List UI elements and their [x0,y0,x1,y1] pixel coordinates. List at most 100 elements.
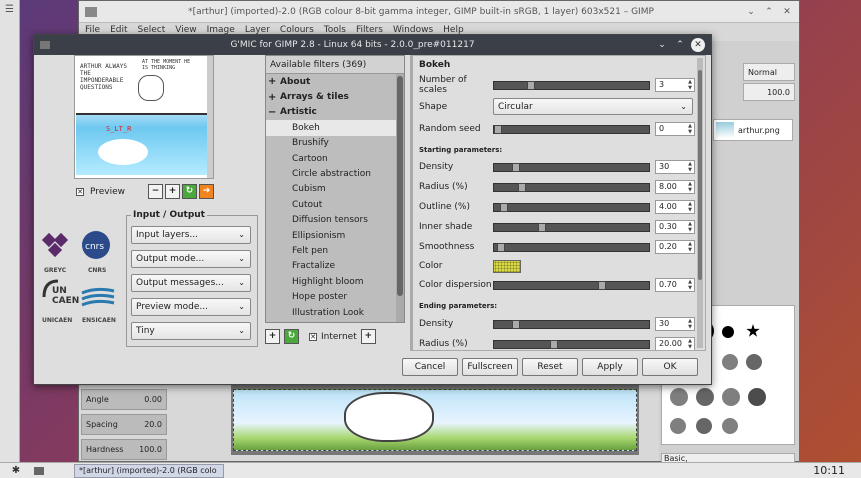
brush-preview[interactable] [722,354,738,370]
filter-item[interactable]: Circle abstraction [266,166,404,181]
refresh-preview-button[interactable]: ↻ [182,184,197,199]
preview-scrollbar[interactable] [207,56,213,178]
ok-button[interactable]: OK [642,358,698,376]
slider-handle[interactable] [550,340,559,349]
preview-checkbox-row[interactable]: ✕ Preview [76,187,125,197]
end-radius-slider[interactable] [493,340,650,349]
output-messages-combo[interactable]: Output messages... ⌄ [131,274,251,292]
slider-handle[interactable] [496,243,505,252]
zoom-in-button[interactable]: + [165,184,180,199]
color-dispersion-spinbox[interactable]: 0.70 ▲ ▼ [655,278,695,292]
spin-arrows-icon[interactable]: ▲ ▼ [688,221,692,233]
slider-handle[interactable] [597,281,606,290]
end-radius-spinbox[interactable]: 20.00 ▲ ▼ [655,337,695,350]
spin-arrows-icon[interactable]: ▲ ▼ [688,201,692,213]
filters-tree[interactable]: Available filters (369) + About + Arrays &… [265,55,405,323]
menu-icon[interactable]: ☰ [5,4,14,15]
maximize-icon[interactable]: ⌃ [673,40,687,50]
start-density-slider[interactable] [493,163,650,172]
start-density-spinbox[interactable]: 30 ▲ ▼ [655,160,695,174]
brush-preview[interactable] [696,388,714,406]
minimize-icon[interactable]: ⌄ [745,7,757,17]
preview-mode-combo[interactable]: Preview mode... ⌄ [131,298,251,316]
apply-button[interactable]: Apply [582,358,638,376]
start-smoothness-slider[interactable] [493,243,650,252]
collapse-icon[interactable]: − [268,107,280,118]
brush-preview[interactable] [722,418,738,434]
color-swatch-button[interactable] [493,260,521,273]
filter-item[interactable]: Hope poster [266,289,404,304]
spin-arrows-icon[interactable]: ▲ ▼ [688,338,692,350]
output-mode-combo[interactable]: Output mode... ⌄ [131,250,251,268]
filters-header[interactable]: Available filters (369) [266,56,404,74]
filters-scroll-thumb[interactable] [397,76,403,296]
spacing-field[interactable]: Spacing 20.0 [81,414,167,435]
start-outline-spinbox[interactable]: 4.00 ▲ ▼ [655,200,695,214]
filter-item[interactable]: Ellipsionism [266,228,404,243]
layer-row[interactable]: arthur.png [713,119,793,141]
spin-arrows-icon[interactable]: ▲ ▼ [688,241,692,253]
spin-arrows-icon[interactable]: ▲ ▼ [688,123,692,135]
brush-preview[interactable] [670,388,688,406]
random-seed-slider[interactable] [493,125,650,134]
filter-item[interactable]: Cartoon [266,151,404,166]
filter-item[interactable]: Illustration Look [266,305,404,320]
add-source-button[interactable]: + [360,329,376,344]
preview-size-combo[interactable]: Tiny ⌄ [131,322,251,340]
preview-pane[interactable]: ARTHUR ALWAYS THE IMPONDERABLE QUESTIONS… [74,55,214,179]
brush-star[interactable] [746,324,760,337]
refresh-filters-button[interactable]: ↻ [284,329,299,344]
preview-checkbox[interactable]: ✕ [76,188,84,196]
fullscreen-button[interactable]: Fullscreen [462,358,518,376]
filter-item[interactable]: Cubism [266,182,404,197]
slider-handle[interactable] [511,163,520,172]
start-outline-slider[interactable] [493,203,650,212]
category-artistic[interactable]: − Artistic [266,105,404,120]
slider-handle[interactable] [526,81,535,90]
filter-item[interactable]: Bokeh [266,120,404,136]
spin-arrows-icon[interactable]: ▲ ▼ [688,161,692,173]
start-smoothness-spinbox[interactable]: 0.20 ▲ ▼ [655,240,695,254]
spin-arrows-icon[interactable]: ▲ ▼ [688,181,692,193]
close-icon[interactable]: ✕ [691,38,705,52]
brush-preview[interactable] [746,354,762,370]
parameters-scroll-thumb[interactable] [698,70,702,280]
slider-handle[interactable] [517,183,526,192]
slider-handle[interactable] [511,320,520,329]
brush-preview[interactable] [748,388,766,406]
taskbar-gimp-task[interactable]: *[arthur] (imported)-2.0 (RGB colo [74,463,224,478]
spin-arrows-icon[interactable]: ▲ ▼ [688,318,692,330]
hardness-field[interactable]: Hardness 100.0 [81,439,167,460]
desktop-icon[interactable] [34,466,44,475]
start-inner-shade-slider[interactable] [493,223,650,232]
spin-arrows-icon[interactable]: ▲ ▼ [688,279,692,291]
color-dispersion-slider[interactable] [493,281,650,290]
number-of-scales-spinbox[interactable]: 3 ▲ ▼ [655,78,695,92]
opacity-field[interactable]: 100.0 [743,83,795,101]
filter-item[interactable]: Fractalize [266,259,404,274]
start-inner-shade-spinbox[interactable]: 0.30 ▲ ▼ [655,220,695,234]
angle-field[interactable]: Angle 0.00 [81,389,167,410]
brush-preview[interactable] [722,326,734,338]
end-density-spinbox[interactable]: 30 ▲ ▼ [655,317,695,331]
internet-toggle[interactable]: ✕ Internet [309,332,357,342]
start-radius-slider[interactable] [493,183,650,192]
add-favorite-button[interactable]: + [265,329,280,344]
slider-handle[interactable] [494,125,502,134]
minimize-icon[interactable]: ⌄ [655,40,669,50]
shape-combo[interactable]: Circular ⌄ [493,98,693,115]
cancel-button[interactable]: Cancel [402,358,458,376]
expand-icon[interactable]: + [268,76,280,87]
filter-item[interactable]: Highlight bloom [266,274,404,289]
input-layers-combo[interactable]: Input layers... ⌄ [131,226,251,244]
expand-icon[interactable]: + [268,92,280,103]
internet-checkbox[interactable]: ✕ [309,332,317,341]
slider-handle[interactable] [538,223,547,232]
image-canvas[interactable] [231,385,639,455]
start-menu-icon[interactable]: ✱ [8,465,24,476]
filter-item[interactable]: Diffusion tensors [266,213,404,228]
brush-preview[interactable] [670,418,686,434]
slider-handle[interactable] [499,203,508,212]
brush-preview[interactable] [722,388,740,406]
reset-button[interactable]: Reset [522,358,578,376]
